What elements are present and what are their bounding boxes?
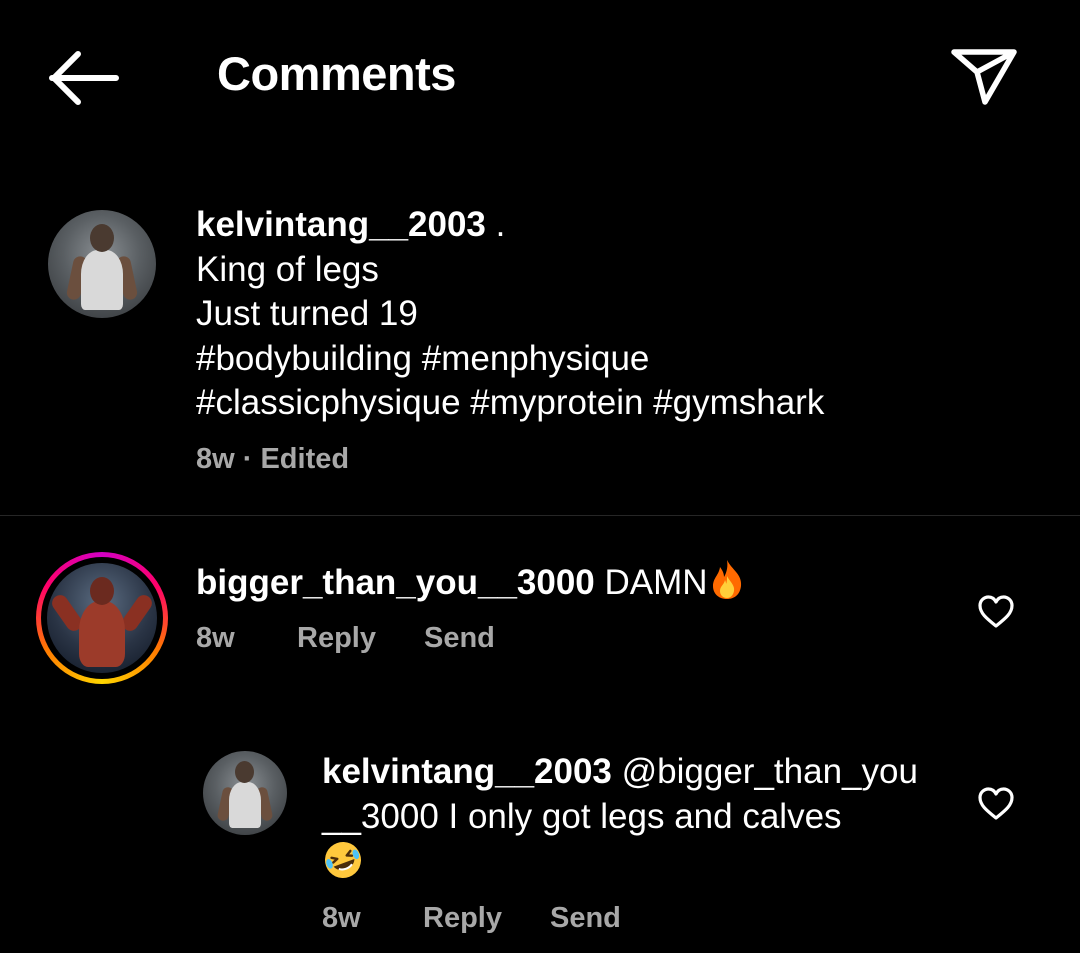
heart-icon — [978, 787, 1014, 820]
caption-line: King of legs — [196, 249, 379, 289]
edited-label: Edited — [260, 443, 350, 475]
reply-meta: 8w Reply Send — [322, 902, 621, 935]
reply-button[interactable]: Reply — [297, 622, 376, 655]
like-button[interactable] — [976, 592, 1016, 632]
caption-line: Just turned 19 — [196, 294, 418, 333]
caption-hashtags[interactable]: #bodybuilding #menphysique — [196, 337, 824, 382]
caption-meta: 8w · Edited — [196, 443, 349, 476]
caption-suffix: . — [485, 205, 506, 244]
arrow-left-icon — [49, 51, 119, 105]
rolling-on-floor-laughing-icon — [322, 839, 364, 893]
caption-hashtags[interactable]: #classicphysique #myprotein #gymshark — [196, 381, 824, 426]
caption-header: kelvintang__2003 . — [196, 203, 824, 248]
caption-time: 8w — [196, 443, 235, 475]
send-button[interactable]: Send — [424, 622, 495, 655]
reply-button[interactable]: Reply — [423, 902, 502, 935]
like-button[interactable] — [976, 784, 1016, 824]
reply-line: kelvintang__2003 @bigger_than_you — [322, 750, 918, 795]
fire-icon — [708, 558, 746, 612]
comment-time: 8w — [196, 622, 235, 654]
reply-body: __3000 I only got legs and calves — [322, 796, 842, 836]
comment-username[interactable]: kelvintang__2003 — [322, 752, 612, 791]
reply-text: kelvintang__2003 @bigger_than_you __3000… — [322, 750, 918, 883]
avatar — [47, 563, 157, 673]
avatar[interactable] — [203, 751, 287, 835]
caption-username[interactable]: kelvintang__2003 — [196, 205, 486, 244]
divider — [0, 515, 1080, 516]
comment-meta: 8w Reply Send — [196, 622, 495, 655]
send-button[interactable]: Send — [550, 902, 621, 935]
page-title: Comments — [217, 47, 456, 100]
story-ring[interactable] — [36, 552, 168, 684]
header: Comments — [0, 0, 1080, 150]
comment-body: DAMN — [594, 563, 708, 602]
meta-separator: · — [234, 443, 261, 475]
reply-emoji-line — [322, 839, 918, 883]
avatar[interactable] — [48, 210, 156, 318]
comment-time: 8w — [322, 902, 361, 934]
share-button[interactable] — [946, 40, 1022, 112]
post-caption: kelvintang__2003 . King of legs Just tur… — [196, 203, 824, 426]
back-button[interactable] — [44, 46, 124, 110]
comment-username[interactable]: bigger_than_you__3000 — [196, 563, 595, 602]
comments-screen: Comments kelvintang__2003 . King of legs… — [0, 0, 1080, 953]
comment-text: bigger_than_you__3000 DAMN — [196, 558, 746, 612]
paper-plane-icon — [951, 49, 1017, 105]
mention[interactable]: @bigger_than_you — [612, 752, 918, 791]
heart-icon — [978, 595, 1014, 628]
